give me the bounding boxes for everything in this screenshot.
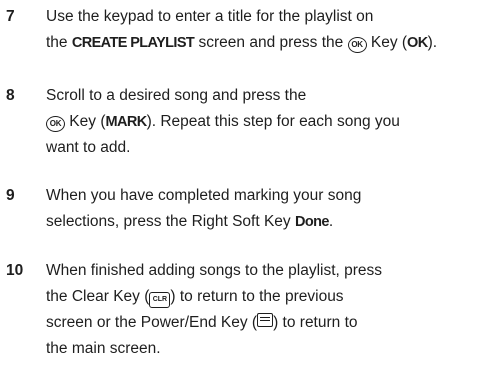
key-label: MARK [105, 114, 147, 130]
step-text: When you have completed marking your son… [46, 187, 362, 230]
step-text: Use the keypad to enter a title for the … [46, 8, 438, 53]
ok-key-icon: OK [347, 37, 367, 53]
ok-key-icon: OK [46, 116, 65, 132]
instruction-page: 7 Use the keypad to enter a title for th… [0, 0, 478, 386]
step-number: 9 [6, 187, 15, 204]
step-text: When finished adding songs to the playli… [46, 262, 383, 357]
screen-name: CREATE PLAYLIST [71, 35, 195, 51]
key-label: Done [294, 214, 329, 230]
key-label: OK [407, 35, 428, 51]
power-end-key-icon [257, 313, 274, 327]
step-number: 7 [6, 8, 15, 25]
clear-key-icon: CLR [149, 292, 171, 308]
step-text: Scroll to a desired song and press the O… [46, 87, 400, 156]
step-number: 8 [6, 87, 15, 104]
step-number: 10 [6, 262, 24, 279]
